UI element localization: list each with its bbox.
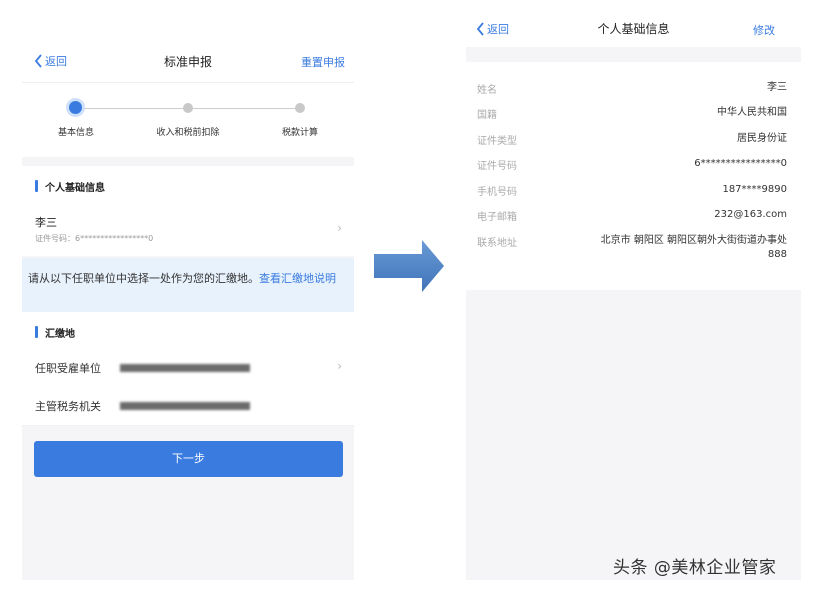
right-screen: 返回 个人基础信息 修改 姓名 李三 国籍 中华人民共和国 证件类型 居民身份证… bbox=[466, 0, 801, 580]
info-label: 联系地址 bbox=[477, 238, 517, 249]
arrow-right-icon bbox=[374, 240, 444, 292]
step-dot-active bbox=[69, 101, 82, 114]
personal-info-list: 姓名 李三 国籍 中华人民共和国 证件类型 居民身份证 证件号码 6******… bbox=[466, 62, 801, 290]
info-label: 电子邮箱 bbox=[477, 212, 517, 223]
info-value: 李三 bbox=[767, 82, 787, 93]
step-line bbox=[193, 108, 301, 109]
step-label-basic-info: 基本信息 bbox=[57, 128, 95, 138]
watermark: 头条 @美林企业管家 bbox=[613, 558, 777, 578]
info-value: 中华人民共和国 bbox=[717, 107, 787, 118]
progress-steps: 基本信息 收入和税前扣除 税款计算 bbox=[22, 83, 354, 157]
info-label: 证件类型 bbox=[477, 136, 517, 147]
person-id-number: 证件号码：6*****************0 bbox=[35, 234, 154, 243]
chevron-right-icon: › bbox=[337, 221, 342, 235]
payment-location-section-header: 汇缴地 bbox=[22, 312, 354, 351]
person-card[interactable]: 李三 证件号码：6*****************0 › bbox=[22, 204, 354, 256]
info-label: 手机号码 bbox=[477, 187, 517, 198]
step-label-tax-calc: 税款计算 bbox=[281, 128, 319, 138]
notice-text: 请从以下任职单位中选择一处作为您的汇缴地。 bbox=[28, 272, 259, 285]
redacted-value bbox=[120, 402, 250, 410]
next-step-button[interactable]: 下一步 bbox=[34, 441, 343, 477]
info-value: 232@163.com bbox=[714, 209, 787, 220]
info-value: 居民身份证 bbox=[737, 133, 787, 144]
info-value: 北京市 朝阳区 朝阳区朝外大街街道办事处 888 bbox=[600, 235, 787, 260]
employer-row[interactable]: 任职受雇单位 › bbox=[22, 349, 354, 388]
redacted-value bbox=[120, 364, 250, 372]
payment-location-notice: 请从以下任职单位中选择一处作为您的汇缴地。查看汇缴地说明 bbox=[22, 258, 354, 312]
step-dot bbox=[295, 103, 305, 113]
step-dot bbox=[183, 103, 193, 113]
section-marker bbox=[35, 326, 38, 338]
left-screen: 返回 标准申报 重置申报 基本信息 收入和税前扣除 税款计算 个人基础信息 李三… bbox=[22, 0, 354, 580]
info-label: 姓名 bbox=[477, 85, 497, 96]
section-marker bbox=[35, 180, 38, 192]
chevron-right-icon: › bbox=[337, 359, 342, 373]
edit-button[interactable]: 修改 bbox=[753, 22, 775, 38]
info-value: 6****************0 bbox=[694, 158, 787, 169]
reset-filing-button[interactable]: 重置申报 bbox=[301, 54, 345, 70]
section-title: 个人基础信息 bbox=[45, 183, 105, 194]
view-payment-location-link[interactable]: 查看汇缴地说明 bbox=[259, 272, 336, 285]
info-label: 证件号码 bbox=[477, 161, 517, 172]
step-label-income: 收入和税前扣除 bbox=[156, 128, 220, 138]
info-value: 187****9890 bbox=[722, 184, 787, 195]
info-label: 国籍 bbox=[477, 110, 497, 121]
left-nav-bar: 返回 标准申报 重置申报 bbox=[22, 0, 354, 83]
employer-label: 任职受雇单位 bbox=[35, 362, 101, 375]
person-name: 李三 bbox=[35, 216, 57, 229]
section-title: 汇缴地 bbox=[45, 329, 75, 340]
tax-authority-label: 主管税务机关 bbox=[35, 400, 101, 413]
tax-authority-row[interactable]: 主管税务机关 bbox=[22, 387, 354, 426]
right-page-title: 个人基础信息 bbox=[597, 22, 670, 36]
step-line bbox=[77, 108, 187, 109]
personal-info-section-header: 个人基础信息 bbox=[22, 166, 354, 205]
right-nav-bar: 返回 个人基础信息 修改 bbox=[466, 0, 801, 47]
